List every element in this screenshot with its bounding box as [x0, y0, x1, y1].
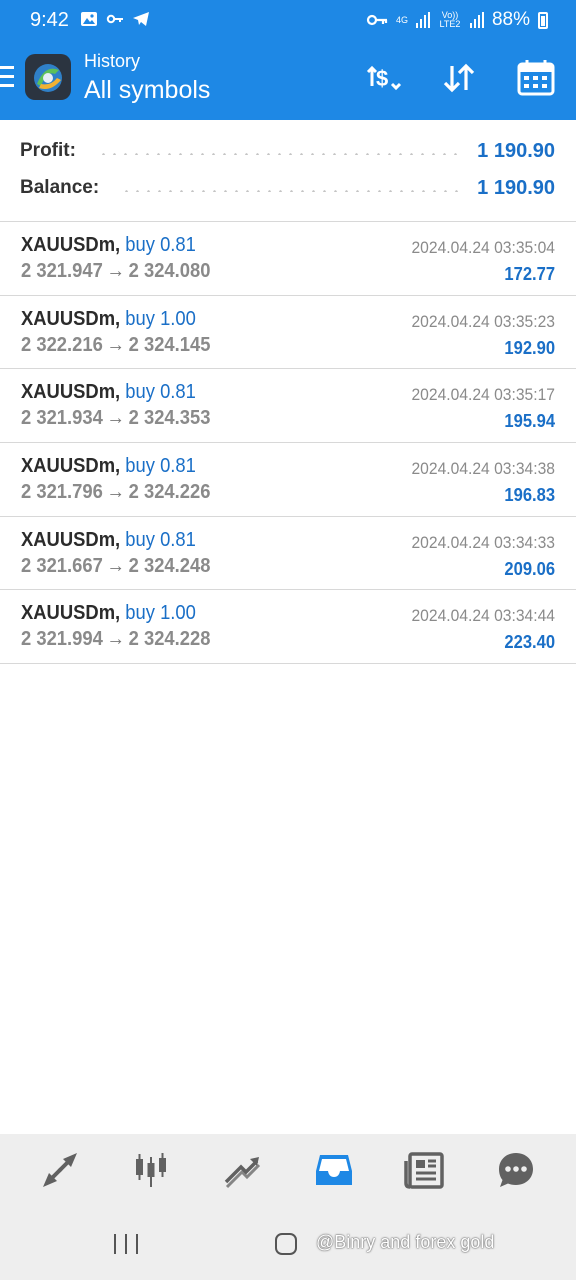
watermark: @Binry and forex gold — [316, 1232, 495, 1252]
deal-datetime: 2024.04.24 03:34:44 — [411, 606, 555, 626]
metatrader-logo — [25, 54, 71, 100]
nav-trade[interactable] — [212, 1140, 272, 1200]
deal-profit: 195.94 — [504, 411, 555, 432]
deal-type-button[interactable]: $ — [358, 56, 402, 100]
price-arrow: → — [106, 481, 125, 504]
deal-side: buy 0.81 — [125, 234, 196, 256]
deal-open-price: 2 321.796 — [21, 481, 103, 504]
leader-dots — [121, 190, 462, 192]
deal-open-price: 2 321.934 — [21, 407, 103, 430]
profit-value: 1 190.90 — [477, 139, 555, 162]
network-type: 4G — [395, 14, 408, 25]
deal-profit: 196.83 — [504, 485, 555, 506]
quotes-icon — [42, 1153, 77, 1187]
calendar-icon — [517, 60, 555, 96]
profit-label: Profit: — [20, 140, 76, 161]
image-icon — [81, 12, 97, 26]
deal-close-price: 2 324.145 — [128, 333, 211, 356]
bottom-navigation — [0, 1134, 576, 1206]
deal-symbol: XAUUSDm, — [21, 602, 121, 625]
deals-list: XAUUSDm, buy 0.81 2 321.947 → 2 324.080 20… — [0, 222, 576, 665]
deal-row[interactable]: XAUUSDm, buy 0.81 2 321.934 → 2 324.353 20… — [0, 369, 576, 444]
recent-apps-button[interactable] — [114, 1234, 138, 1254]
telegram-icon — [133, 12, 149, 26]
deal-open-price: 2 322.216 — [21, 333, 103, 356]
battery-icon — [538, 11, 548, 29]
signal-icon-2 — [469, 12, 484, 28]
deal-row[interactable]: XAUUSDm, buy 0.81 2 321.796 → 2 324.226 20… — [0, 443, 576, 517]
news-icon — [404, 1152, 444, 1189]
calendar-button[interactable] — [514, 56, 558, 100]
deal-profit: 172.77 — [504, 264, 555, 284]
deal-close-price: 2 324.353 — [128, 407, 211, 430]
history-icon — [315, 1155, 352, 1185]
balance-row: Balance: 1 190.90 — [20, 170, 555, 206]
price-arrow: → — [106, 333, 125, 356]
price-arrow: → — [106, 407, 125, 430]
menu-icon[interactable] — [0, 66, 16, 88]
deal-close-price: 2 324.248 — [128, 554, 211, 577]
signal-icon — [415, 12, 430, 28]
deal-side: buy 0.81 — [125, 381, 196, 404]
deal-profit: 223.40 — [504, 632, 555, 653]
nav-messages[interactable] — [486, 1140, 546, 1200]
sort-icon — [443, 63, 475, 93]
deal-datetime: 2024.04.24 03:35:17 — [411, 385, 555, 405]
sort-button[interactable] — [437, 56, 481, 100]
nav-news[interactable] — [395, 1140, 455, 1200]
page-title[interactable]: All symbols — [84, 76, 210, 105]
vpn-key-icon — [366, 14, 388, 26]
system-navigation: @Binry and forex gold — [0, 1206, 576, 1280]
deal-profit: 192.90 — [504, 337, 555, 358]
deal-symbol: XAUUSDm, — [21, 381, 121, 404]
home-button[interactable] — [275, 1233, 297, 1255]
deal-row[interactable]: XAUUSDm, buy 1.00 2 321.994 → 2 324.228 20… — [0, 590, 576, 665]
page-subtitle: History — [84, 51, 141, 71]
profit-row: Profit: 1 190.90 — [20, 133, 555, 169]
deal-symbol: XAUUSDm, — [21, 307, 121, 330]
deal-side: buy 1.00 — [125, 602, 196, 625]
deal-open-price: 2 321.947 — [21, 260, 103, 282]
key-icon — [106, 14, 123, 24]
deal-datetime: 2024.04.24 03:35:23 — [411, 311, 555, 331]
deal-datetime: 2024.04.24 03:35:04 — [411, 238, 555, 257]
nav-quotes[interactable] — [30, 1140, 90, 1200]
messages-icon — [499, 1153, 534, 1187]
nav-history[interactable] — [304, 1140, 364, 1200]
deal-symbol: XAUUSDm, — [21, 234, 121, 256]
deal-symbol: XAUUSDm, — [21, 528, 121, 551]
price-arrow: → — [106, 628, 125, 651]
volte-indicator: Vo)) LTE2 — [439, 10, 461, 29]
price-arrow: → — [106, 260, 125, 282]
deal-datetime: 2024.04.24 03:34:33 — [411, 532, 555, 552]
deal-type-icon: $ — [366, 65, 402, 91]
price-arrow: → — [106, 554, 125, 577]
battery-percent: 88% — [491, 9, 530, 30]
deal-side: buy 0.81 — [125, 528, 196, 551]
deal-close-price: 2 324.226 — [128, 481, 211, 504]
deal-profit: 209.06 — [504, 558, 555, 579]
deal-open-price: 2 321.667 — [21, 554, 103, 577]
deal-row[interactable]: XAUUSDm, buy 1.00 2 322.216 → 2 324.145 20… — [0, 296, 576, 370]
nav-chart[interactable] — [121, 1140, 181, 1200]
deal-close-price: 2 324.228 — [128, 628, 211, 651]
trade-icon — [225, 1157, 261, 1189]
balance-value: 1 190.90 — [477, 176, 555, 199]
deal-close-price: 2 324.080 — [128, 260, 211, 282]
deal-open-price: 2 321.994 — [21, 628, 103, 651]
balance-label: Balance: — [20, 177, 100, 198]
deal-row[interactable]: XAUUSDm, buy 0.81 2 321.947 → 2 324.080 20… — [0, 222, 576, 296]
deal-symbol: XAUUSDm, — [21, 455, 121, 478]
leader-dots — [97, 153, 462, 155]
app-bar: History All symbols $ — [0, 42, 576, 120]
status-bar: 9:42 4G Vo)) LTE2 88% — [0, 0, 576, 42]
deal-datetime: 2024.04.24 03:34:38 — [411, 459, 555, 479]
chart-icon — [135, 1153, 166, 1187]
svg-text:$: $ — [376, 66, 388, 91]
status-time: 9:42 — [30, 9, 69, 31]
deal-side: buy 0.81 — [125, 455, 196, 478]
deal-row[interactable]: XAUUSDm, buy 0.81 2 321.667 → 2 324.248 20… — [0, 517, 576, 591]
deal-side: buy 1.00 — [125, 307, 196, 330]
summary-panel: Profit: 1 190.90 Balance: 1 190.90 — [0, 120, 576, 222]
